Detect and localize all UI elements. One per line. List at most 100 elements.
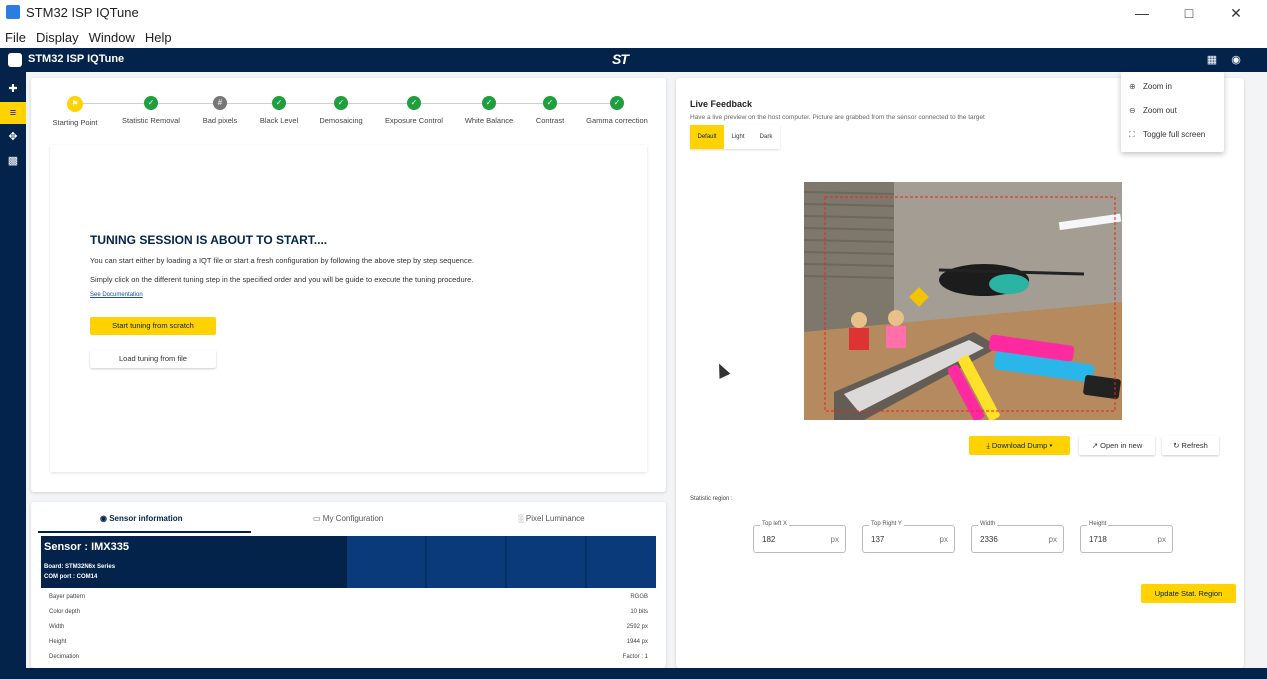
flag-icon: ⚑ [67,96,83,112]
fullscreen-item[interactable]: ⛶ Toggle full screen [1129,130,1205,140]
row-value: 1944 px [626,639,648,645]
theme-default-button[interactable]: Default [690,125,724,149]
live-feedback-subtitle: Have a live preview on the host computer… [690,114,985,121]
row-value: 10 bits [630,609,648,615]
usb-icon[interactable]: ✚ [0,78,26,100]
download-dump-button[interactable]: ⤓ Download Dump ▾ [969,436,1070,455]
document-icon[interactable]: ▩ [0,150,26,172]
theme-toggle-group: Default Light Dark [690,125,780,149]
move-icon[interactable]: ✥ [0,126,26,148]
width-field[interactable]: Width 2336 px [971,521,1064,553]
tune-icon[interactable]: ≡ [0,102,26,124]
menubar: File Display Window Help [0,27,1267,47]
app-header: STM32 ISP IQTune ST ▦ ◉ [0,48,1267,72]
tab-my-configuration[interactable]: ▭ My Configuration [313,514,383,523]
row-key: Color depth [49,609,81,615]
theme-dark-button[interactable]: Dark [752,125,780,149]
statistic-region-label: Statistic region : [690,496,733,502]
zoom-out-item[interactable]: ⊖ Zoom out [1129,106,1177,115]
zoom-menu: ⊕ Zoom in ⊖ Zoom out ⛶ Toggle full screen [1121,72,1224,152]
tab-label: My Configuration [322,514,384,523]
menu-file[interactable]: File [5,30,26,45]
app-logo-icon [8,53,22,67]
update-stat-region-button[interactable]: Update Stat. Region [1141,584,1236,603]
sensor-banner [41,536,656,588]
zoom-item-label: Zoom out [1143,106,1177,115]
table-row: Width 2592 px [38,621,656,636]
tab-sensor-information[interactable]: ◉ Sensor information [100,514,183,523]
table-row: Height 1944 px [38,636,656,651]
fullscreen-icon: ⛶ [1129,130,1135,139]
documentation-link[interactable]: See Documentation [90,292,143,298]
field-label: Top Right Y [869,521,904,527]
intro-panel [50,145,647,472]
row-key: Height [49,639,67,645]
menu-window[interactable]: Window [89,30,135,45]
active-tab-indicator [38,531,251,533]
globe-icon: ◉ [100,514,110,523]
globe-icon[interactable]: ◉ [1229,53,1243,67]
start-tuning-button[interactable]: Start tuning from scratch [90,317,216,335]
button-label: Download Dump [991,441,1048,450]
app-icon [6,5,20,19]
maximize-button[interactable]: □ [1169,2,1209,24]
minimize-button[interactable]: — [1122,2,1162,24]
sensor-com-port: COM port : COM14 [44,574,98,580]
external-link-icon: ↗ [1091,441,1101,450]
menu-help[interactable]: Help [145,30,172,45]
preview-scene [804,182,1122,420]
memory-icon[interactable]: ▦ [1205,53,1219,67]
left-rail: ✚ ≡ ✥ ▩ [0,72,26,679]
field-value[interactable]: 2336 [980,535,998,544]
st-logo: ST [612,51,629,67]
button-label: Open in new [1100,441,1143,450]
tab-label: Sensor information [109,514,183,523]
intro-line-2: Simply click on the different tuning ste… [90,275,474,284]
field-unit: px [1157,535,1166,544]
field-label: Height [1087,521,1109,527]
check-icon: ✓ [482,96,496,110]
field-label: Top left X [760,521,790,527]
top-right-y-field[interactable]: Top Right Y 137 px [862,521,955,553]
row-value: Factor : 1 [622,654,648,660]
step-gamma-correction[interactable]: ✓ Gamma correction [572,96,662,125]
row-value: RGGB [630,594,648,600]
caret-down-icon: ▾ [1047,441,1053,450]
zoom-item-label: Toggle full screen [1143,130,1206,139]
refresh-icon: ↻ [1173,441,1182,450]
refresh-button[interactable]: ↻ Refresh [1162,436,1219,455]
height-field[interactable]: Height 1718 px [1080,521,1173,553]
window-titlebar: STM32 ISP IQTune — □ ✕ [0,0,1267,26]
zoom-in-item[interactable]: ⊕ Zoom in [1129,82,1172,91]
load-tuning-button[interactable]: Load tuning from file [90,350,216,368]
row-value: 2592 px [626,624,648,630]
table-row: Bayer pattern RGGB [38,591,656,606]
open-in-new-button[interactable]: ↗ Open in new [1079,436,1155,455]
field-value[interactable]: 182 [762,535,775,544]
theme-light-button[interactable]: Light [724,125,752,149]
step-label: Gamma correction [586,116,648,125]
row-key: Bayer pattern [49,594,86,600]
bar-chart-icon: ░ [518,514,526,523]
tab-pixel-luminance[interactable]: ░ Pixel Luminance [518,514,585,523]
button-label: Refresh [1181,441,1208,450]
menu-display[interactable]: Display [36,30,79,45]
top-left-x-field[interactable]: Top left X 182 px [753,521,846,553]
monitor-icon: ▭ [313,514,323,523]
field-label: Width [978,521,998,527]
field-value[interactable]: 1718 [1089,535,1107,544]
row-key: Decimation [49,654,80,660]
check-icon: ✓ [543,96,557,110]
row-key: Width [49,624,65,630]
check-icon: ✓ [144,96,158,110]
live-preview-image[interactable] [804,182,1122,420]
live-feedback-title: Live Feedback [690,99,753,109]
app-title: STM32 ISP IQTune [28,53,125,65]
close-button[interactable]: ✕ [1216,2,1256,24]
table-row: Decimation Factor : 1 [38,651,656,666]
zoom-item-label: Zoom in [1143,82,1172,91]
field-value[interactable]: 137 [871,535,884,544]
sensor-banner-image [347,536,656,588]
window-title: STM32 ISP IQTune [26,5,139,20]
zoom-in-icon: ⊕ [1129,82,1136,91]
